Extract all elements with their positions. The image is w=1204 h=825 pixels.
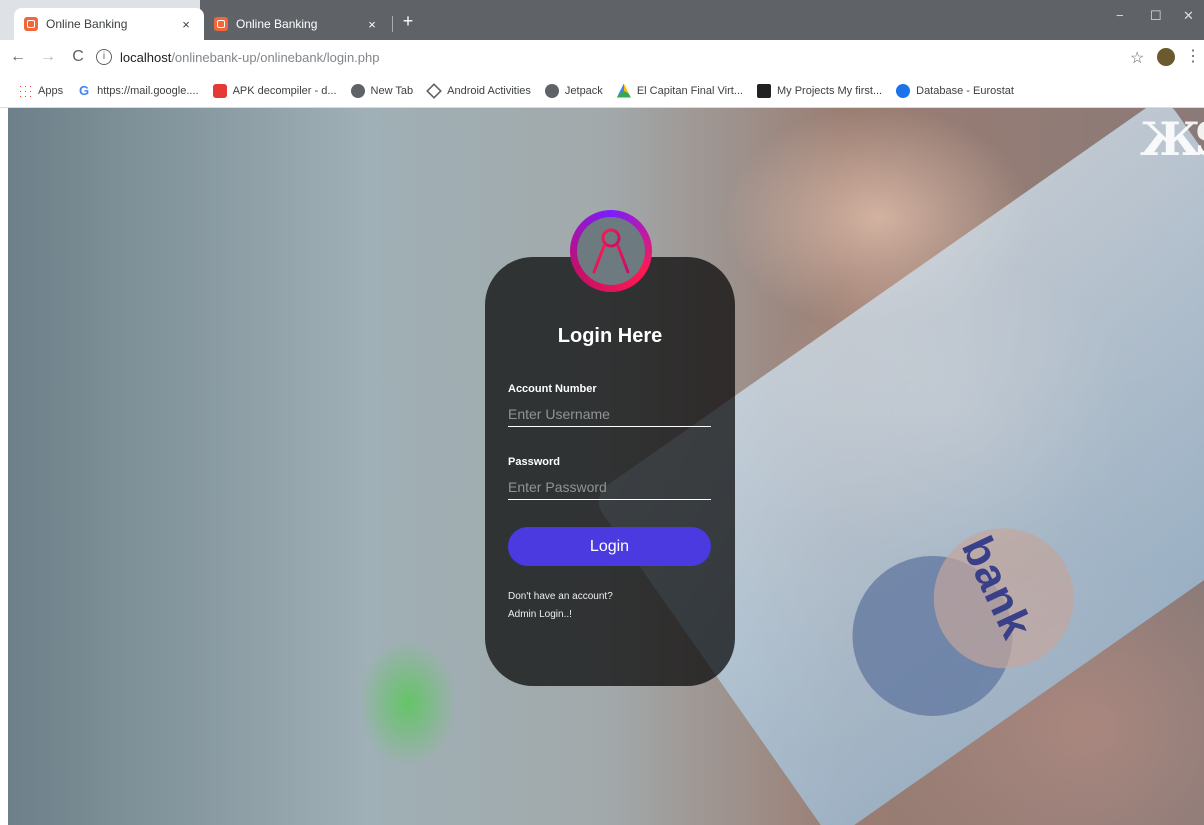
login-title: Login Here <box>557 325 663 347</box>
xampp-favicon-icon <box>214 17 228 31</box>
globe-icon <box>544 83 559 98</box>
bookmark-label: Apps <box>38 84 64 97</box>
diamond-icon <box>426 82 443 99</box>
password-input[interactable] <box>508 474 711 500</box>
address-bar[interactable]: i localhost /onlinebank-up/onlinebank/lo… <box>96 44 1106 70</box>
tab-title: Online Banking <box>236 17 318 31</box>
bookmark-label: Database - Eurostat <box>916 84 1014 97</box>
bookmark-label: https://mail.google.... <box>97 84 199 97</box>
login-card: Login Here Account Number Password Login… <box>485 210 735 686</box>
bookmark-gmail[interactable]: Ghttps://mail.google.... <box>77 82 199 98</box>
google-drive-icon <box>616 83 631 98</box>
apps-grid-icon <box>18 83 32 98</box>
profile-avatar[interactable] <box>1157 48 1175 66</box>
close-window-button[interactable]: ✕ <box>1183 8 1194 24</box>
tab-title: Online Banking <box>46 17 128 31</box>
menu-icon[interactable]: ⋮ <box>1185 46 1201 66</box>
new-tab-button[interactable]: + <box>398 12 418 32</box>
bookmark-apps[interactable]: Apps <box>18 83 64 98</box>
apk-icon <box>212 83 227 98</box>
bookmark-label: El Capitan Final Virt... <box>636 84 743 97</box>
database-icon <box>896 83 911 98</box>
google-icon: G <box>79 82 90 98</box>
bookmark-jetpack[interactable]: Jetpack <box>544 83 603 98</box>
bookmark-label: APK decompiler - d... <box>232 84 337 97</box>
login-page: bank ЖS Login Here Account Number <box>8 108 1204 825</box>
restore-button[interactable]: ☐ <box>1150 8 1162 24</box>
user-avatar <box>570 210 652 292</box>
site-logo: ЖS <box>1140 112 1204 166</box>
account-number-input[interactable] <box>508 401 711 427</box>
bookmark-el-capitan[interactable]: El Capitan Final Virt... <box>616 83 743 98</box>
bookmark-my-projects[interactable]: My Projects My first... <box>757 83 883 98</box>
back-button[interactable]: ← <box>6 45 30 69</box>
account-number-label: Account Number <box>508 383 597 395</box>
close-tab-icon[interactable]: × <box>364 17 380 32</box>
tab-online-banking-2[interactable]: Online Banking × <box>204 8 390 40</box>
tab-separator <box>392 16 393 32</box>
browser-toolbar: ← → C i localhost /onlinebank-up/onlineb… <box>0 40 1204 74</box>
signup-link[interactable]: Don't have an account? <box>508 591 613 602</box>
minimize-button[interactable]: − <box>1116 8 1124 23</box>
bookmark-label: New Tab <box>370 84 414 97</box>
site-info-icon[interactable]: i <box>96 49 112 65</box>
globe-icon <box>350 83 365 98</box>
tab-online-banking-1[interactable]: Online Banking × <box>14 8 204 40</box>
url-host: localhost <box>120 49 172 65</box>
project-icon <box>757 83 771 98</box>
tab-strip: Online Banking × Online Banking × + − ☐ … <box>0 0 1204 40</box>
bookmark-label: Android Activities <box>447 84 531 97</box>
bookmarks-bar: Apps Ghttps://mail.google.... APK decomp… <box>0 74 1204 108</box>
url-path: /onlinebank-up/onlinebank/login.php <box>171 49 380 65</box>
bookmark-apk-decompiler[interactable]: APK decompiler - d... <box>212 83 337 98</box>
bookmark-new-tab[interactable]: New Tab <box>350 83 414 98</box>
browser-window: Online Banking × Online Banking × + − ☐ … <box>0 0 1204 825</box>
user-icon <box>592 228 630 274</box>
admin-login-link[interactable]: Admin Login..! <box>508 609 572 620</box>
reload-button[interactable]: C <box>66 45 90 69</box>
login-button[interactable]: Login <box>508 527 711 566</box>
bookmark-star-icon[interactable]: ☆ <box>1130 48 1144 68</box>
forward-button[interactable]: → <box>36 45 60 69</box>
bookmark-label: Jetpack <box>564 84 603 97</box>
bookmark-label: My Projects My first... <box>777 84 883 97</box>
bookmark-android-activities[interactable]: Android Activities <box>426 82 531 99</box>
password-label: Password <box>508 456 560 468</box>
close-tab-icon[interactable]: × <box>178 17 194 32</box>
xampp-favicon-icon <box>24 17 38 31</box>
bookmark-eurostat[interactable]: Database - Eurostat <box>896 83 1014 98</box>
